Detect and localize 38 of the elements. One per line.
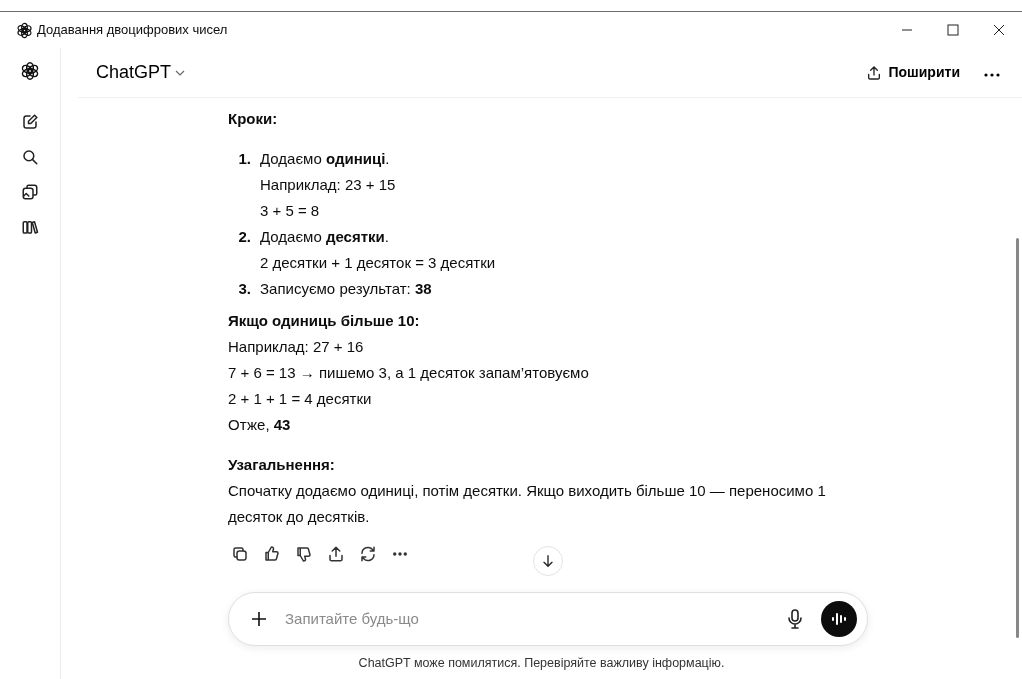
text-line: 2 + 1 + 1 = 4 десятки	[228, 389, 373, 409]
text-line: Отже, 43	[228, 415, 292, 435]
text-line: Наприклад: 23 + 15	[260, 175, 396, 195]
disclaimer-text: ChatGPT може помилятися. Перевіряйте важливу інформацію.	[358, 656, 725, 671]
thumbs-up-icon[interactable]	[262, 544, 282, 564]
maximize-icon[interactable]	[947, 24, 959, 36]
down-arrow-icon	[540, 553, 556, 570]
thumbs-down-icon[interactable]	[294, 544, 314, 564]
text-line: Записуємо результат: 38	[260, 279, 432, 299]
app-logo-icon	[16, 21, 33, 39]
close-icon[interactable]	[993, 24, 1005, 36]
share-button[interactable]: Поширити	[866, 62, 960, 83]
list-number: 1.	[237, 149, 252, 169]
logo-icon[interactable]	[19, 60, 41, 82]
share-icon[interactable]	[326, 544, 346, 564]
section-heading: Якщо одиниць більше 10:	[228, 311, 421, 331]
list-number: 3.	[237, 279, 252, 299]
paragraph: Спочатку додаємо одиниці, потім десятки. Якщо виходить більше 10 — переносимо 1 десяток до десятків.	[228, 481, 827, 527]
list-number: 2.	[237, 227, 252, 247]
text-line: 3 + 5 = 8	[260, 201, 321, 221]
text-line: 2 десятки + 1 десяток = 3 десятки	[260, 253, 496, 273]
scroll-down-button[interactable]	[533, 546, 563, 577]
section-heading: Узагальнення:	[228, 455, 336, 475]
text-line: Додаємо десятки.	[260, 227, 390, 247]
share-icon	[866, 64, 883, 81]
message-input[interactable]: Запитайте будь-що	[283, 607, 783, 632]
regenerate-icon[interactable]	[358, 544, 378, 564]
text-line: 7 + 6 = 13 → пишемо 3, а 1 десяток запам’ятовуємо	[228, 363, 590, 383]
copy-icon[interactable]	[230, 544, 250, 564]
text-line: Наприклад: 27 + 16	[228, 337, 365, 357]
model-selector[interactable]: ChatGPT	[96, 59, 186, 86]
composer-bar[interactable]: Запитайте будь-що	[228, 592, 868, 647]
waveform-icon	[831, 612, 847, 627]
voice-mode-button[interactable]	[821, 601, 857, 638]
window-title: Додавання двоцифрових чисел	[37, 21, 228, 40]
scrollbar-thumb[interactable]	[1016, 238, 1019, 638]
text-line: Додаємо одиниці.	[260, 149, 391, 169]
section-heading: Кроки:	[228, 109, 279, 129]
